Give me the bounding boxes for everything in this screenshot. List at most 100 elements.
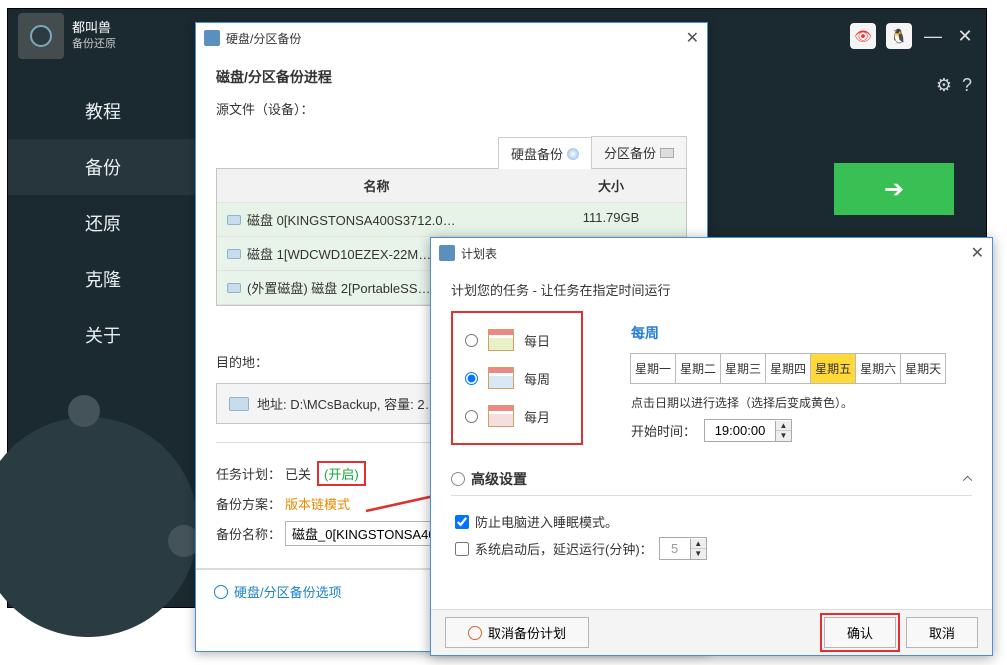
backup-dialog-title: 硬盘/分区备份	[226, 30, 301, 47]
start-time-label: 开始时间：	[631, 421, 696, 440]
spin-down-icon[interactable]: ▼	[691, 549, 706, 559]
drive-icon	[229, 397, 249, 411]
freq-weekly-option[interactable]: 每周	[465, 359, 569, 397]
weibo-icon[interactable]: 👁	[850, 23, 876, 49]
advanced-header[interactable]: 高级设置 ⌵	[451, 469, 972, 496]
freq-weekly-label: 每周	[524, 369, 550, 388]
column-size-header: 大小	[536, 169, 686, 203]
dest-value: 地址: D:\MCsBackup, 容量: 2…	[257, 394, 438, 413]
weekly-panel: 每周 星期一 星期二 星期三 星期四 星期五 星期六 星期天 点击日期以进行选择…	[631, 323, 971, 442]
cancel-button[interactable]: 取消	[906, 617, 978, 648]
drive-icon	[227, 249, 241, 259]
scheduler-dialog: 计划表 ✕ 计划您的任务 - 让任务在指定时间运行 每日 每周 每月 每周	[430, 237, 993, 656]
scheduler-close-button[interactable]: ✕	[971, 243, 984, 263]
wrench-icon	[448, 469, 467, 488]
drive-icon	[227, 283, 241, 293]
backup-tabbar: 硬盘备份 分区备份	[216, 136, 687, 169]
scheduler-titlebar: 计划表 ✕	[431, 238, 992, 268]
calendar-monthly-icon	[488, 405, 514, 427]
app-logo: 都叫兽 备份还原	[18, 13, 116, 59]
cancel-backup-plan-button[interactable]: 取消备份计划	[445, 617, 589, 648]
advanced-label: 高级设置	[471, 469, 527, 489]
prevent-sleep-label: 防止电脑进入睡眠模式。	[475, 512, 618, 531]
spin-down-icon[interactable]: ▼	[776, 431, 791, 441]
day-fri[interactable]: 星期五	[810, 353, 856, 384]
advanced-body: 防止电脑进入睡眠模式。 系统启动后，延迟运行(分钟)： ▲▼	[451, 496, 972, 576]
scheme-prefix: 备份方案：	[216, 494, 281, 513]
tab-part-label: 分区备份	[604, 143, 656, 162]
day-sat[interactable]: 星期六	[855, 353, 901, 384]
options-link[interactable]: 硬盘/分区备份选项	[234, 582, 342, 601]
freq-daily-label: 每日	[524, 331, 550, 350]
column-name-header: 名称	[217, 169, 536, 203]
sidebar-item-about[interactable]: 关于	[8, 307, 198, 363]
vault-icon	[18, 13, 64, 59]
start-backup-button[interactable]: ➔	[834, 163, 954, 215]
frequency-group: 每日 每周 每月	[451, 311, 583, 445]
partition-icon	[660, 148, 674, 158]
disk-name: (外置磁盘) 磁盘 2[PortableSS…	[247, 278, 431, 297]
close-button[interactable]: ✕	[954, 26, 976, 47]
collapse-caret-icon: ⌵	[963, 472, 972, 487]
backup-heading: 磁盘/分区备份进程	[216, 67, 687, 87]
scheduler-desc: 计划您的任务 - 让任务在指定时间运行	[451, 280, 972, 299]
drive-icon	[227, 215, 241, 225]
cancel-plan-label: 取消备份计划	[488, 623, 566, 642]
task-state: 已关	[285, 464, 311, 483]
weekday-hint: 点击日期以进行选择（选择后变成黄色）。	[631, 394, 971, 411]
weekday-picker: 星期一 星期二 星期三 星期四 星期五 星期六 星期天	[631, 353, 971, 384]
freq-daily-radio[interactable]	[465, 334, 478, 347]
freq-monthly-label: 每月	[524, 407, 550, 426]
prevent-sleep-checkbox[interactable]	[455, 515, 469, 529]
sidebar-item-restore[interactable]: 还原	[8, 195, 198, 251]
options-gear-icon	[214, 585, 228, 599]
calendar-daily-icon	[488, 329, 514, 351]
spin-up-icon[interactable]: ▲	[691, 539, 706, 549]
day-sun[interactable]: 星期天	[900, 353, 946, 384]
freq-monthly-radio[interactable]	[465, 410, 478, 423]
backup-dialog-titlebar: 硬盘/分区备份 ✕	[196, 23, 707, 53]
tab-partition-backup[interactable]: 分区备份	[591, 136, 687, 168]
day-tue[interactable]: 星期二	[675, 353, 721, 384]
clock-cancel-icon	[468, 626, 482, 640]
scheduler-footer: 取消备份计划 确认 取消	[431, 609, 992, 655]
brand-name: 都叫兽	[72, 20, 116, 36]
start-time-spinner[interactable]: ▲▼	[704, 419, 792, 442]
dialog-app-icon	[204, 30, 220, 46]
disk-name: 磁盘 0[KINGSTONSA400S3712.0…	[247, 210, 456, 229]
sidebar-item-tutorial[interactable]: 教程	[8, 83, 198, 139]
disc-icon	[567, 148, 579, 160]
day-mon[interactable]: 星期一	[630, 353, 676, 384]
minimize-button[interactable]: —	[922, 26, 944, 47]
sidebar-item-backup[interactable]: 备份	[8, 139, 198, 195]
task-open-link[interactable]: (开启)	[317, 461, 366, 486]
spin-up-icon[interactable]: ▲	[776, 421, 791, 431]
dialog-app-icon	[439, 245, 455, 261]
freq-monthly-option[interactable]: 每月	[465, 397, 569, 435]
source-label: 源文件（设备）：	[216, 99, 687, 118]
disk-name: 磁盘 1[WDCWD10EZEX-22M…	[247, 244, 431, 263]
tab-disk-backup[interactable]: 硬盘备份	[498, 137, 592, 169]
tab-disk-label: 硬盘备份	[511, 144, 563, 163]
day-thu[interactable]: 星期四	[765, 353, 811, 384]
scheme-link[interactable]: 版本链模式	[285, 494, 350, 513]
freq-daily-option[interactable]: 每日	[465, 321, 569, 359]
calendar-weekly-icon	[488, 367, 514, 389]
task-prefix: 任务计划：	[216, 464, 281, 483]
delay-label: 系统启动后，延迟运行(分钟)：	[475, 539, 653, 558]
sidebar-item-clone[interactable]: 克隆	[8, 251, 198, 307]
delay-checkbox[interactable]	[455, 542, 469, 556]
backup-dialog-close-button[interactable]: ✕	[686, 28, 699, 48]
name-prefix: 备份名称：	[216, 524, 281, 543]
freq-weekly-radio[interactable]	[465, 372, 478, 385]
delay-spinner[interactable]: ▲▼	[659, 537, 707, 560]
start-time-input[interactable]	[705, 420, 775, 441]
disk-size: 111.79GB	[536, 203, 686, 237]
decorative-dot	[68, 395, 100, 427]
delay-input[interactable]	[660, 538, 690, 559]
qq-icon[interactable]: 🐧	[886, 23, 912, 49]
scheduler-title: 计划表	[461, 245, 497, 262]
day-wed[interactable]: 星期三	[720, 353, 766, 384]
ok-button[interactable]: 确认	[824, 617, 896, 648]
disk-row[interactable]: 磁盘 0[KINGSTONSA400S3712.0… 111.79GB	[217, 203, 686, 237]
